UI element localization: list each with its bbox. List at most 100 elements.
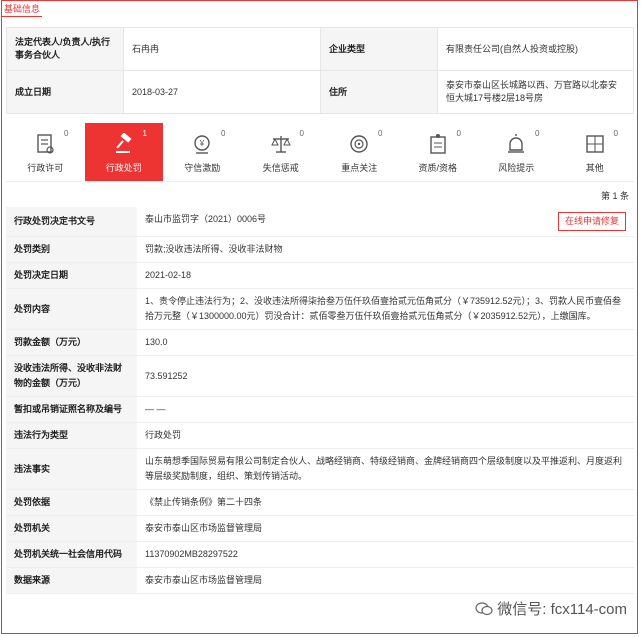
detail-row: 行政处罚决定书文号 在线申请修复 泰山市监罚字（2021）0006号: [6, 207, 634, 237]
detail-label: 没收违法所得、没收非法财物的金额（万元）: [6, 355, 137, 397]
established-label: 成立日期: [6, 70, 124, 114]
detail-value-cell: 130.0: [137, 329, 634, 356]
detail-label: 处罚机关统一社会信用代码: [6, 541, 137, 568]
company-type-value: 有限责任公司(自然人投资或控股): [437, 27, 634, 71]
basic-info-table: 法定代表人/负责人/执行事务合伙人 石冉冉 企业类型 有限责任公司(自然人投资或…: [6, 27, 634, 114]
detail-label: 数据来源: [6, 567, 137, 594]
apply-repair-button[interactable]: 在线申请修复: [557, 212, 626, 231]
tab-qualification[interactable]: 0 资质/资格: [399, 123, 478, 181]
detail-label: 罚款金额（万元）: [6, 329, 137, 356]
detail-value-cell: 罚款;没收违法所得、没收非法财物: [137, 236, 634, 263]
qualification-icon: [430, 134, 446, 154]
tab-other[interactable]: 0 其他: [556, 123, 635, 181]
detail-value: 《禁止传销条例》第二十四条: [145, 497, 263, 507]
detail-value: 行政处罚: [145, 430, 182, 440]
wechat-watermark: 微信号: fcx114-com: [475, 598, 627, 619]
detail-row: 没收违法所得、没收非法财物的金额（万元） 73.591252: [6, 355, 634, 397]
detail-label: 违法行为类型: [6, 422, 137, 449]
detail-value: 泰安市泰山区市场监督管理局: [145, 523, 263, 533]
record-pager: 第 1 条: [600, 191, 629, 201]
legal-rep-value: 石冉冉: [123, 27, 321, 71]
detail-row: 处罚依据 《禁止传销条例》第二十四条: [6, 489, 634, 516]
detail-value: 1、责令停止违法行为；2、没收违法所得柒拾叁万伍仟玖佰壹拾贰元伍角贰分（￥735…: [145, 296, 622, 321]
detail-label: 处罚决定日期: [6, 262, 137, 289]
detail-label: 处罚内容: [6, 288, 137, 330]
tab-count: 0: [378, 129, 383, 138]
detail-value: 73.591252: [145, 370, 188, 381]
tab-label: 失信惩戒: [262, 163, 299, 173]
detail-row: 处罚机关统一社会信用代码 11370902MB28297522: [6, 541, 634, 568]
svg-text:¥: ¥: [199, 139, 205, 148]
detail-value-cell: 泰安市泰山区市场监督管理局: [137, 567, 634, 594]
tab-license[interactable]: 0 行政许可: [6, 123, 85, 181]
detail-value: — —: [145, 404, 166, 414]
detail-label: 处罚类别: [6, 236, 137, 263]
tab-count: 0: [613, 129, 618, 138]
tab-count: 0: [456, 129, 461, 138]
tab-gavel[interactable]: 1 行政处罚: [84, 123, 163, 181]
tab-label: 风险提示: [498, 163, 535, 173]
detail-value: 2021-02-18: [145, 270, 192, 280]
address-label: 住所: [320, 70, 438, 114]
tab-count: 1: [142, 129, 147, 138]
tab-label: 资质/资格: [418, 163, 457, 173]
detail-row: 罚款金额（万元） 130.0: [6, 329, 634, 356]
tab-count: 0: [535, 129, 540, 138]
tab-label: 其他: [585, 163, 604, 173]
tab-label: 重点关注: [341, 163, 378, 173]
detail-row: 处罚决定日期 2021-02-18: [6, 262, 634, 289]
detail-value-cell: 在线申请修复 泰山市监罚字（2021）0006号: [137, 207, 634, 237]
address-value: 泰安市泰山区长城路以西、万官路以北泰安恒大城17号楼2层18号房: [437, 70, 634, 114]
detail-label: 暂扣或吊销证照名称及编号: [6, 396, 137, 423]
detail-value-cell: 1、责令停止违法行为；2、没收违法所得柒拾叁万伍仟玖佰壹拾贰元伍角贰分（￥735…: [137, 288, 634, 330]
tab-incentive[interactable]: ¥0 守信激励: [163, 123, 242, 181]
gavel-icon: [115, 133, 132, 153]
detail-value-cell: 73.591252: [137, 355, 634, 397]
target-icon: [350, 135, 368, 153]
detail-row: 处罚内容 1、责令停止违法行为；2、没收违法所得柒拾叁万伍仟玖佰壹拾贰元伍角贰分（…: [6, 288, 634, 330]
scale-icon: [270, 136, 291, 153]
detail-value: 山东萌想季国际贸易有限公司制定合伙人、战略经销商、特级经销商、金牌经销商四个层级…: [145, 456, 623, 481]
detail-row: 违法事实 山东萌想季国际贸易有限公司制定合伙人、战略经销商、特级经销商、金牌经销商…: [6, 448, 634, 490]
detail-value: 泰山市监罚字（2021）0006号: [145, 214, 267, 224]
detail-value-cell: 泰安市泰山区市场监督管理局: [137, 515, 634, 542]
tab-count: 0: [221, 129, 226, 138]
tab-count: 0: [299, 129, 304, 138]
tab-scale[interactable]: 0 失信惩戒: [242, 123, 321, 181]
detail-value-cell: 行政处罚: [137, 422, 634, 449]
detail-label: 行政处罚决定书文号: [6, 207, 137, 237]
penalty-detail-table: 行政处罚决定书文号 在线申请修复 泰山市监罚字（2021）0006号处罚类别 罚款;没…: [6, 207, 634, 594]
detail-value-cell: 《禁止传销条例》第二十四条: [137, 489, 634, 516]
license-icon: [37, 134, 54, 154]
wechat-icon: [475, 601, 493, 615]
established-value: 2018-03-27: [123, 70, 321, 114]
detail-value: 130.0: [145, 337, 168, 347]
legal-rep-label: 法定代表人/负责人/执行事务合伙人: [6, 27, 124, 71]
detail-value-cell: 11370902MB28297522: [137, 541, 634, 568]
detail-label: 处罚依据: [6, 489, 137, 516]
tab-label: 守信激励: [184, 163, 221, 173]
tab-count: 0: [64, 129, 69, 138]
tab-label: 行政处罚: [105, 163, 142, 173]
category-tabs: 0 行政许可 1 行政处罚 ¥0 守信激励 0 失信惩戒 0 重点关注 0 资质/资格 0 风险提示 0 其他: [6, 123, 634, 182]
alarm-icon: [508, 134, 525, 153]
detail-row: 数据来源 泰安市泰山区市场监督管理局: [6, 567, 634, 594]
watermark-text: 微信号: fcx114-com: [497, 601, 627, 618]
credit-record-panel: 基础信息 法定代表人/负责人/执行事务合伙人 石冉冉 企业类型 有限责任公司(自…: [1, 0, 638, 634]
detail-row: 暂扣或吊销证照名称及编号 — —: [6, 396, 634, 423]
detail-row: 处罚类别 罚款;没收违法所得、没收非法财物: [6, 236, 634, 263]
detail-row: 违法行为类型 行政处罚: [6, 422, 634, 449]
detail-label: 违法事实: [6, 448, 137, 490]
tab-label: 行政许可: [27, 163, 64, 173]
detail-label: 处罚机关: [6, 515, 137, 542]
detail-value: 11370902MB28297522: [145, 549, 238, 559]
detail-row: 处罚机关 泰安市泰山区市场监督管理局: [6, 515, 634, 542]
tab-target[interactable]: 0 重点关注: [320, 123, 399, 181]
detail-value: 罚款;没收违法所得、没收非法财物: [145, 244, 283, 254]
detail-value-cell: 2021-02-18: [137, 262, 634, 289]
detail-value-cell: — —: [137, 396, 634, 423]
detail-value: 泰安市泰山区市场监督管理局: [145, 575, 263, 585]
incentive-icon: ¥: [194, 135, 210, 154]
section-tag: 基础信息: [2, 1, 43, 17]
tab-alarm[interactable]: 0 风险提示: [477, 123, 556, 181]
